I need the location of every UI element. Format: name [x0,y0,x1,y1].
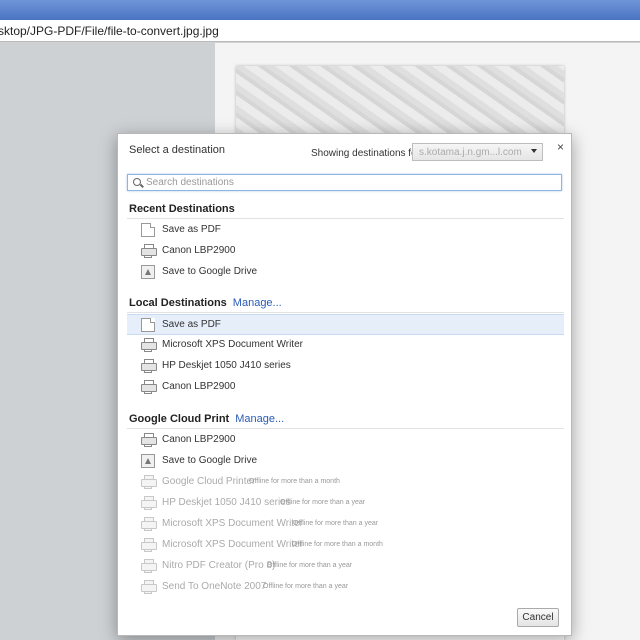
chevron-down-icon [531,149,537,153]
destination-item-offline[interactable]: Google Cloud Printer Offline for more th… [127,472,564,493]
search-box[interactable] [127,174,562,191]
offline-status: Offline for more than a month [292,541,383,548]
destination-label: Save to Google Drive [162,455,258,466]
destination-item[interactable]: Save to Google Drive [127,262,564,283]
destination-item-offline[interactable]: HP Deskjet 1050 J410 series Offline for … [127,493,564,514]
browser-title-bar [0,0,640,20]
printer-icon [141,496,157,510]
printer-icon [141,338,157,352]
manage-cloud-link[interactable]: Manage... [235,413,284,425]
destination-item-offline[interactable]: Microsoft XPS Document Writer Offline fo… [127,535,564,556]
divider [127,312,564,313]
destination-item[interactable]: Save to Google Drive [127,451,564,472]
printer-icon [141,580,157,594]
cloud-heading-label: Google Cloud Print [129,413,230,425]
destination-item-offline[interactable]: Nitro PDF Creator (Pro 8) Offline for mo… [127,556,564,577]
dialog-title: Select a destination [129,144,226,156]
account-select[interactable]: s.kotama.j.n.gm...l.com [412,143,543,161]
destination-label: Canon LBP2900 [162,245,236,256]
manage-local-link[interactable]: Manage... [233,297,282,309]
printer-icon [141,244,157,258]
destination-item[interactable]: Microsoft XPS Document Writer [127,335,564,356]
offline-status: Offline for more than a year [293,520,379,527]
printer-icon [141,380,157,394]
printer-icon [141,559,157,573]
google-drive-icon [141,265,155,279]
showing-destinations-label: Showing destinations for [311,148,420,159]
destination-item[interactable]: Canon LBP2900 [127,430,564,451]
destination-label: Microsoft XPS Document Writer [162,518,303,529]
destination-label: Microsoft XPS Document Writer [162,339,303,350]
recent-heading-label: Recent Destinations [129,203,235,215]
offline-status: Offline for more than a month [249,478,340,485]
divider [127,428,564,429]
destination-label: Send To OneNote 2007 [162,581,267,592]
destination-label: Save as PDF [162,319,221,330]
address-bar[interactable]: sktop/JPG-PDF/File/file-to-convert.jpg.j… [0,20,640,42]
printer-icon [141,475,157,489]
destination-item[interactable]: Canon LBP2900 [127,241,564,262]
destination-item[interactable]: Canon LBP2900 [127,377,564,398]
destination-label: Microsoft XPS Document Writer [162,539,303,550]
google-drive-icon [141,454,155,468]
destination-label: Nitro PDF Creator (Pro 8) [162,560,276,571]
printer-icon [141,359,157,373]
destination-item[interactable]: HP Deskjet 1050 J410 series [127,356,564,377]
destination-item-offline[interactable]: Send To OneNote 2007 Offline for more th… [127,577,564,598]
search-icon [133,178,141,186]
offline-status: Offline for more than a year [267,562,353,569]
select-destination-dialog: Select a destination × Showing destinati… [117,133,572,636]
destination-label: Save to Google Drive [162,266,258,277]
divider [127,218,564,219]
pdf-document-icon [141,223,155,237]
local-heading-label: Local Destinations [129,297,227,309]
recent-destinations-heading: Recent Destinations [129,203,235,215]
offline-status: Offline for more than a year [280,499,366,506]
destination-label: Google Cloud Printer [162,476,256,487]
address-text: sktop/JPG-PDF/File/file-to-convert.jpg.j… [0,24,219,38]
cloud-print-heading: Google Cloud Print Manage... [129,413,284,425]
printer-icon [141,538,157,552]
cancel-button[interactable]: Cancel [517,608,559,627]
destination-label: HP Deskjet 1050 J410 series [162,497,291,508]
destination-label: HP Deskjet 1050 J410 series [162,360,291,371]
printer-icon [141,517,157,531]
destination-item[interactable]: Save as PDF [127,220,564,241]
destination-item-selected[interactable]: Save as PDF [127,314,564,335]
offline-status: Offline for more than a year [263,583,349,590]
account-value: s.kotama.j.n.gm...l.com [419,147,522,158]
destination-label: Save as PDF [162,224,221,235]
local-destinations-heading: Local Destinations Manage... [129,297,282,309]
destination-item-offline[interactable]: Microsoft XPS Document Writer Offline fo… [127,514,564,535]
close-icon[interactable]: × [557,140,564,154]
pdf-document-icon [141,318,155,332]
printer-icon [141,433,157,447]
search-input[interactable] [146,176,556,189]
destination-label: Canon LBP2900 [162,381,236,392]
destination-label: Canon LBP2900 [162,434,236,445]
